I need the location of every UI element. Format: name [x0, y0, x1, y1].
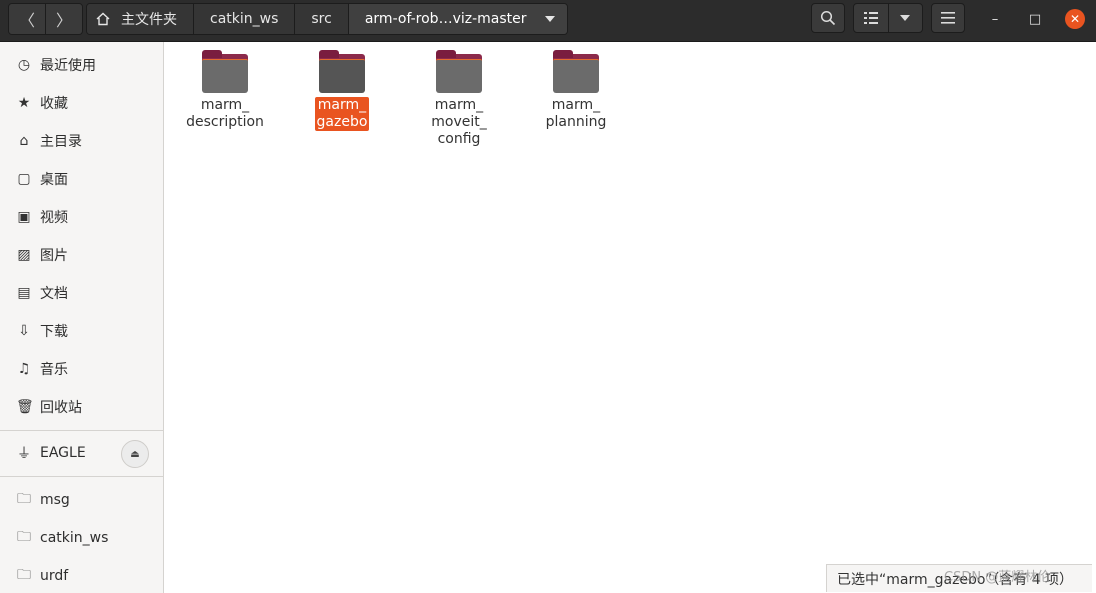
sidebar-item-downloads[interactable]: ⇩ 下载	[0, 314, 163, 348]
sidebar-item-label: 下载	[40, 324, 68, 340]
sidebar-divider	[0, 430, 163, 431]
home-icon: ⌂	[19, 133, 29, 149]
header-actions	[811, 3, 965, 33]
back-button[interactable]: 〈	[9, 4, 45, 34]
view-toggle-group	[853, 3, 923, 33]
triangle-down-icon	[900, 15, 911, 21]
eject-button[interactable]: ⏏	[121, 440, 149, 468]
trash-icon: 🗑	[16, 399, 34, 415]
folder-item-marm-gazebo[interactable]: marm_ gazebo	[287, 50, 397, 131]
folder-icon	[319, 50, 365, 93]
file-name: marm_ gazebo	[314, 97, 370, 131]
eject-icon: ⏏	[130, 448, 140, 460]
breadcrumb-current[interactable]: arm-of-rob…viz-master	[347, 4, 567, 34]
breadcrumb-label: catkin_ws	[210, 11, 279, 27]
folder-item-marm-moveit-config[interactable]: marm_ moveit_ config	[404, 50, 514, 148]
document-icon: ▤	[17, 285, 31, 301]
folder-icon: 🗀	[17, 529, 31, 545]
chevron-right-icon: 〉	[55, 11, 72, 30]
sidebar-item-label: msg	[40, 492, 70, 508]
list-view-icon	[863, 12, 878, 24]
music-icon: ♫	[17, 361, 31, 377]
sidebar-item-pictures[interactable]: ▨ 图片	[0, 238, 163, 272]
maximize-button[interactable]: □	[1025, 9, 1045, 29]
usb-drive-icon: ⏚	[17, 446, 31, 462]
folder-icon	[202, 50, 248, 93]
close-icon: ✕	[1069, 12, 1081, 26]
sidebar-item-label: 收藏	[40, 96, 68, 112]
folder-item-marm-planning[interactable]: marm_ planning	[521, 50, 631, 131]
picture-icon: ▨	[17, 247, 31, 263]
sidebar-divider	[0, 476, 163, 477]
minimize-icon: –	[991, 11, 999, 27]
file-grid: marm_ description marm_ gazebo marm_ moveit…	[164, 42, 1096, 593]
sidebar-item-urdf[interactable]: 🗀 urdf	[0, 559, 163, 593]
sidebar-item-label: EAGLE	[40, 445, 86, 461]
view-options-button[interactable]	[889, 4, 923, 32]
menu-button[interactable]	[931, 3, 965, 33]
sidebar-item-trash[interactable]: 🗑 回收站	[0, 390, 163, 424]
sidebar-item-documents[interactable]: ▤ 文档	[0, 276, 163, 310]
sidebar-item-label: 音乐	[40, 362, 68, 378]
folder-item-marm-description[interactable]: marm_ description	[170, 50, 280, 131]
desktop-icon: ▢	[17, 171, 31, 187]
sidebar-item-label: catkin_ws	[40, 530, 109, 546]
video-icon: ▣	[17, 209, 31, 225]
sidebar-item-music[interactable]: ♫ 音乐	[0, 352, 163, 386]
file-name: marm_ description	[186, 97, 264, 130]
sidebar-item-desktop[interactable]: ▢ 桌面	[0, 162, 163, 196]
download-icon: ⇩	[18, 323, 30, 339]
sidebar-item-label: 最近使用	[40, 58, 96, 74]
forward-button[interactable]: 〉	[45, 4, 82, 34]
triangle-down-icon	[544, 16, 555, 22]
star-icon: ★	[17, 95, 31, 111]
folder-icon	[553, 50, 599, 93]
close-button[interactable]: ✕	[1065, 9, 1085, 29]
search-icon	[820, 10, 836, 26]
watermark: CSDN @蓝耀林伦	[944, 570, 1051, 585]
folder-icon: 🗀	[17, 491, 31, 507]
sidebar-item-catkin-ws[interactable]: 🗀 catkin_ws	[0, 521, 163, 555]
sidebar-item-eagle[interactable]: ⏚ EAGLE ⏏	[0, 436, 163, 470]
sidebar-item-home[interactable]: ⌂ 主目录	[0, 124, 163, 158]
sidebar-item-label: 主目录	[40, 134, 82, 150]
home-icon	[96, 12, 110, 26]
breadcrumb-src[interactable]: src	[294, 4, 348, 34]
sidebar-item-starred[interactable]: ★ 收藏	[0, 86, 163, 120]
clock-icon: ◷	[17, 57, 31, 73]
header-bar: 〈 〉 主文件夹 catkin_ws src arm-of-rob…viz-ma…	[0, 0, 1096, 42]
maximize-icon: □	[1028, 11, 1042, 27]
folder-icon: 🗀	[17, 567, 31, 583]
sidebar-item-label: 文档	[40, 286, 68, 302]
folder-icon	[436, 50, 482, 93]
sidebar-item-label: 图片	[40, 248, 68, 264]
sidebar-item-label: urdf	[40, 568, 69, 584]
sidebar-item-recent[interactable]: ◷ 最近使用	[0, 48, 163, 82]
file-name: marm_ planning	[545, 97, 607, 130]
sidebar-item-label: 回收站	[40, 400, 82, 416]
nav-buttons: 〈 〉	[8, 3, 83, 35]
breadcrumb-catkin-ws[interactable]: catkin_ws	[193, 4, 295, 34]
breadcrumb: 主文件夹 catkin_ws src arm-of-rob…viz-master	[86, 3, 568, 35]
minimize-button[interactable]: –	[985, 9, 1005, 29]
list-view-button[interactable]	[854, 4, 889, 32]
sidebar-item-label: 视频	[40, 210, 68, 226]
breadcrumb-label: src	[311, 11, 332, 27]
chevron-left-icon: 〈	[18, 11, 35, 30]
sidebar: ◷ 最近使用 ★ 收藏 ⌂ 主目录 ▢ 桌面 ▣ 视频 ▨ 图片 ▤ 文档 ⇩ …	[0, 42, 164, 593]
hamburger-menu-icon	[941, 12, 955, 24]
sidebar-item-videos[interactable]: ▣ 视频	[0, 200, 163, 234]
sidebar-item-msg[interactable]: 🗀 msg	[0, 483, 163, 517]
breadcrumb-label: arm-of-rob…viz-master	[364, 11, 527, 27]
sidebar-item-label: 桌面	[40, 172, 68, 188]
file-name: marm_ moveit_ config	[431, 97, 487, 147]
breadcrumb-home[interactable]: 主文件夹	[87, 4, 193, 34]
search-button[interactable]	[811, 3, 845, 33]
breadcrumb-label: 主文件夹	[121, 12, 177, 28]
